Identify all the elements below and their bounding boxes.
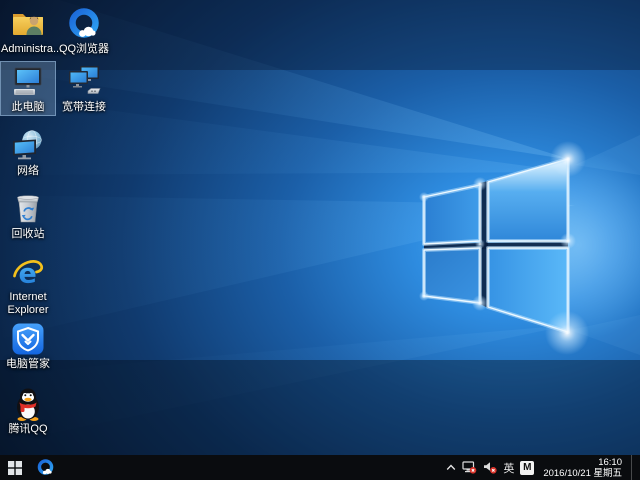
desktop-icon-label: 腾讯QQ — [1, 423, 55, 436]
desktop-icon-tencent-qq[interactable]: 腾讯QQ — [1, 386, 55, 436]
qq-penguin-icon — [10, 386, 46, 422]
desktop-icon-label: 宽带连接 — [57, 101, 111, 114]
desktop[interactable]: Administra... QQ浏览器 — [0, 0, 640, 480]
chevron-up-icon — [446, 464, 456, 471]
show-desktop-button[interactable] — [631, 455, 637, 480]
desktop-icon-label: 回收站 — [1, 228, 55, 241]
taskbar-app-qq-browser[interactable] — [30, 455, 60, 480]
internet-explorer-icon: e — [10, 254, 46, 290]
desktop-icon-label: Explorer — [1, 304, 55, 317]
desktop-icon-label: 电脑管家 — [1, 358, 55, 371]
desktop-icon-network[interactable]: 网络 — [1, 128, 55, 178]
input-language-indicator[interactable]: 英 — [503, 460, 514, 476]
desktop-icon-this-pc[interactable]: 此电脑 — [1, 64, 55, 114]
desktop-icon-label: QQ浏览器 — [57, 43, 111, 56]
clock-date: 2016/10/21 星期五 — [543, 468, 622, 479]
windows-logo-icon — [8, 461, 22, 475]
ime-mode-badge[interactable]: M — [520, 461, 534, 475]
this-pc-icon — [10, 64, 46, 100]
broadband-connection-icon — [66, 64, 102, 100]
desktop-icon-qq-browser[interactable]: QQ浏览器 — [57, 6, 111, 56]
desktop-icon-label: 此电脑 — [1, 101, 55, 114]
pc-manager-shield-icon — [10, 321, 46, 357]
clock-time: 16:10 — [543, 457, 622, 468]
user-folder-icon — [10, 6, 46, 42]
svg-text:e: e — [19, 259, 37, 290]
desktop-icon-user-folder[interactable]: Administra... — [1, 6, 55, 56]
desktop-icon-broadband[interactable]: 宽带连接 — [57, 64, 111, 114]
network-status-tray-icon[interactable] — [462, 455, 477, 480]
desktop-icon-internet-explorer[interactable]: e Internet Explorer — [1, 254, 55, 317]
taskbar: 英 M 16:10 2016/10/21 星期五 — [0, 455, 640, 480]
volume-tray-icon[interactable] — [483, 455, 497, 480]
show-hidden-icons-chevron[interactable] — [446, 455, 456, 480]
network-icon — [10, 128, 46, 164]
start-button[interactable] — [0, 455, 30, 480]
recycle-bin-icon — [10, 191, 46, 227]
taskbar-clock[interactable]: 16:10 2016/10/21 星期五 — [540, 457, 625, 479]
desktop-icon-label: Administra... — [1, 43, 55, 56]
qq-browser-icon — [36, 458, 55, 477]
qq-browser-icon — [66, 6, 102, 42]
desktop-icon-label: 网络 — [1, 165, 55, 178]
volume-muted-icon — [483, 461, 497, 474]
desktop-icon-pc-manager[interactable]: 电脑管家 — [1, 321, 55, 371]
desktop-icon-recycle-bin[interactable]: 回收站 — [1, 191, 55, 241]
desktop-icon-label: Internet — [1, 291, 55, 304]
system-tray: 英 M 16:10 2016/10/21 星期五 — [446, 455, 637, 480]
network-disconnected-icon — [462, 461, 477, 474]
